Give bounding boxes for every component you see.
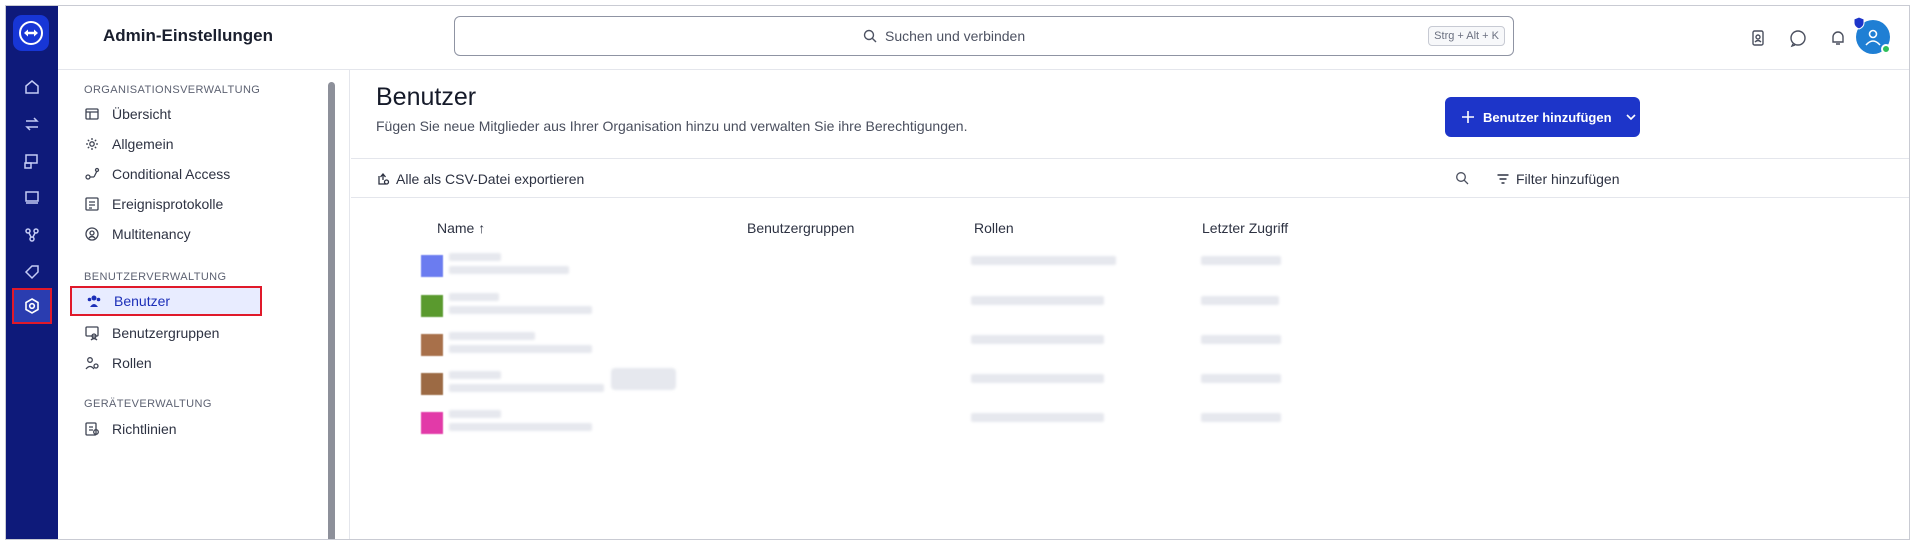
redacted-text bbox=[449, 332, 535, 340]
search-input[interactable]: Suchen und verbinden Strg + Alt + K bbox=[454, 16, 1514, 56]
redacted-text bbox=[971, 296, 1104, 305]
user-avatar bbox=[421, 412, 443, 434]
sidebar-item-general[interactable]: Allgemein bbox=[70, 129, 260, 159]
user-avatar bbox=[421, 255, 443, 277]
redacted-text bbox=[971, 256, 1116, 265]
table-row[interactable] bbox=[351, 244, 1909, 284]
redacted-text bbox=[971, 413, 1104, 422]
roles-icon bbox=[85, 357, 99, 370]
chevron-down-icon bbox=[1625, 114, 1636, 121]
search-shortcut-badge: Strg + Alt + K bbox=[1428, 26, 1505, 46]
search-icon[interactable] bbox=[1455, 171, 1469, 185]
redacted-text bbox=[449, 371, 501, 379]
bell-icon[interactable] bbox=[1828, 28, 1848, 48]
column-header-roles[interactable]: Rollen bbox=[974, 220, 1014, 236]
sidebar-item-users[interactable]: Benutzer bbox=[70, 286, 262, 316]
redacted-text bbox=[971, 335, 1104, 344]
redacted-text bbox=[449, 266, 569, 274]
sidebar-item-user-groups[interactable]: Benutzergruppen bbox=[70, 318, 260, 348]
sidebar-item-roles[interactable]: Rollen bbox=[70, 348, 260, 378]
app-rail bbox=[6, 6, 58, 539]
filter-icon bbox=[1497, 174, 1509, 184]
teamviewer-logo-icon[interactable] bbox=[13, 15, 49, 51]
users-icon bbox=[87, 295, 101, 307]
online-status-dot bbox=[1881, 44, 1891, 54]
user-avatar bbox=[421, 373, 443, 395]
redacted-text bbox=[1201, 256, 1281, 265]
app-title: Admin-Einstellungen bbox=[103, 26, 273, 45]
overview-icon bbox=[85, 108, 99, 120]
redacted-text bbox=[449, 306, 592, 314]
sidebar-item-policies[interactable]: Richtlinien bbox=[70, 414, 260, 444]
column-header-name[interactable]: Name ↑ bbox=[437, 220, 485, 236]
main-content: Benutzer Fügen Sie neue Mitglieder aus I… bbox=[351, 70, 1909, 539]
app-window: Admin-Einstellungen Suchen und verbinden… bbox=[5, 5, 1910, 540]
gear-icon bbox=[86, 138, 98, 150]
column-header-user-groups[interactable]: Benutzergruppen bbox=[747, 220, 854, 236]
chat-icon[interactable] bbox=[1788, 28, 1808, 48]
search-icon bbox=[863, 29, 877, 43]
admin-settings-icon[interactable] bbox=[12, 288, 52, 324]
redacted-text bbox=[971, 374, 1104, 383]
user-groups-icon bbox=[85, 326, 99, 341]
table-row[interactable] bbox=[351, 323, 1909, 363]
redacted-text bbox=[449, 423, 592, 431]
sessions-icon[interactable] bbox=[12, 180, 52, 216]
table-row[interactable] bbox=[351, 362, 1909, 402]
redacted-text bbox=[449, 345, 592, 353]
column-header-last-access[interactable]: Letzter Zugriff bbox=[1202, 220, 1288, 236]
redacted-badge bbox=[611, 368, 676, 390]
conditional-access-icon bbox=[85, 167, 100, 180]
user-avatar bbox=[421, 334, 443, 356]
multitenancy-icon bbox=[85, 227, 99, 241]
section-heading-organisation: ORGANISATIONSVERWALTUNG bbox=[84, 84, 261, 96]
redacted-text bbox=[1201, 374, 1281, 383]
avatar[interactable] bbox=[1853, 16, 1891, 54]
export-csv-button[interactable]: Alle als CSV-Datei exportieren bbox=[376, 171, 584, 187]
section-heading-users: BENUTZERVERWALTUNG bbox=[84, 271, 227, 283]
integrations-icon[interactable] bbox=[12, 217, 52, 253]
redacted-text bbox=[449, 293, 499, 301]
sidebar-item-multitenancy[interactable]: Multitenancy bbox=[70, 219, 260, 249]
redacted-text bbox=[449, 410, 501, 418]
add-filter-button[interactable]: Filter hinzufügen bbox=[1496, 171, 1620, 187]
tag-icon[interactable] bbox=[12, 254, 52, 290]
export-icon bbox=[378, 172, 390, 185]
policies-icon bbox=[85, 422, 99, 436]
contacts-icon[interactable] bbox=[1748, 28, 1768, 48]
top-header: Admin-Einstellungen Suchen und verbinden… bbox=[58, 6, 1909, 70]
section-heading-devices: GERÄTEVERWALTUNG bbox=[84, 398, 212, 410]
plus-icon bbox=[1462, 111, 1474, 123]
table-row[interactable] bbox=[351, 284, 1909, 324]
redacted-text bbox=[1201, 335, 1281, 344]
page-title: Benutzer bbox=[376, 83, 477, 111]
sidebar-item-event-logs[interactable]: Ereignisprotokolle bbox=[70, 189, 260, 219]
event-log-icon bbox=[85, 197, 99, 211]
redacted-text bbox=[449, 253, 501, 261]
sidebar-item-overview[interactable]: Übersicht bbox=[70, 99, 260, 129]
redacted-text bbox=[449, 384, 604, 392]
admin-sidebar: ORGANISATIONSVERWALTUNG Übersicht Allgem… bbox=[58, 70, 350, 539]
sidebar-scrollbar[interactable] bbox=[328, 82, 335, 539]
shield-icon bbox=[1853, 16, 1865, 30]
redacted-text bbox=[1201, 296, 1279, 305]
page-subtitle: Fügen Sie neue Mitglieder aus Ihrer Orga… bbox=[376, 118, 968, 134]
user-avatar bbox=[421, 295, 443, 317]
table-row[interactable] bbox=[351, 401, 1909, 441]
add-user-button[interactable]: Benutzer hinzufügen bbox=[1445, 97, 1640, 137]
table-toolbar: Alle als CSV-Datei exportieren Filter hi… bbox=[351, 158, 1909, 198]
sidebar-item-conditional-access[interactable]: Conditional Access bbox=[70, 159, 260, 189]
search-placeholder: Suchen und verbinden bbox=[885, 28, 1026, 44]
redacted-text bbox=[1201, 413, 1281, 422]
connections-icon[interactable] bbox=[12, 106, 52, 142]
devices-icon[interactable] bbox=[12, 143, 52, 179]
home-icon[interactable] bbox=[12, 69, 52, 105]
